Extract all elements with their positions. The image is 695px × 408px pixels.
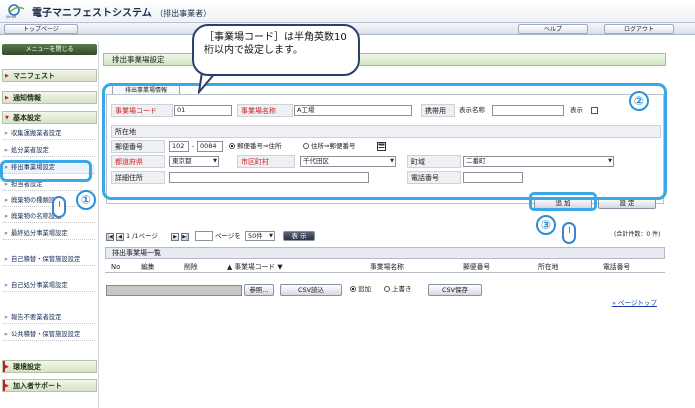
app-title-main: 電子マニフェストシステム xyxy=(32,8,152,19)
sidebar-section-env[interactable]: 環境設定 xyxy=(2,360,97,374)
next-page-icon[interactable]: ▶ xyxy=(171,233,179,241)
page-title: 排出事業場設定 xyxy=(103,53,666,66)
total-count: (合計件数：0 件) xyxy=(614,231,661,238)
tooltip-callout: ［事業場コード］は半角英数10桁以内で設定します。 xyxy=(192,24,360,76)
csv-save-button[interactable]: CSV保存 xyxy=(428,284,482,296)
sidebar-section-manifest[interactable]: マニフェスト xyxy=(2,69,97,83)
per-page-select[interactable]: 50件 xyxy=(245,231,275,241)
page-top-link[interactable]: » ページトップ xyxy=(612,297,657,307)
page-top-label: ページトップ xyxy=(618,299,657,307)
sidebar-item-disposer[interactable]: 処分業者設定 xyxy=(3,147,95,157)
sidebar-section-label: マニフェスト xyxy=(13,72,55,80)
csv-file-input[interactable] xyxy=(106,285,242,296)
column-edit: 編集 xyxy=(141,263,155,271)
sidebar-item-transporter[interactable]: 収集運搬業者設定 xyxy=(3,130,95,140)
radio-icon xyxy=(384,286,390,292)
step-2-badge: ② xyxy=(629,91,649,111)
radio-label: 上書き xyxy=(392,285,412,293)
top-page-button[interactable]: トップページ xyxy=(4,24,78,34)
column-no: No xyxy=(111,263,121,271)
column-phone: 電話番号 xyxy=(603,263,631,271)
column-zip: 郵便番号 xyxy=(463,263,491,271)
app-title-sub: （排出事業者） xyxy=(155,9,212,18)
page-count: 1 /1ページ xyxy=(126,232,158,240)
mouse-pointer-icon xyxy=(562,222,576,244)
sidebar-section-label: 基本設定 xyxy=(13,114,41,122)
radio-selected-icon xyxy=(350,286,356,292)
sidebar-section-notice[interactable]: 通知情報 xyxy=(2,91,97,105)
app-header: JWnet 電子マニフェストシステム （排出事業者） xyxy=(0,0,695,22)
column-code-sort[interactable]: ▲ 事業場コード ▼ xyxy=(227,262,283,273)
prev-page-icon[interactable]: ◀ xyxy=(116,233,124,241)
form-highlight-box xyxy=(102,83,667,200)
sidebar-item-waste-name[interactable]: 廃棄物の名称設定 xyxy=(3,213,95,223)
mouse-pointer-icon xyxy=(52,196,66,218)
per-page-prefix: ページを xyxy=(215,232,241,240)
close-menu-button[interactable]: メニューを閉じる xyxy=(2,44,97,55)
logout-button[interactable]: ログアウト xyxy=(604,24,674,34)
sidebar-section-label: 環境設定 xyxy=(13,363,41,371)
column-name: 事業場名称 xyxy=(370,263,404,271)
close-menu-label: メニューを閉じる xyxy=(25,46,74,53)
radio-csv-add[interactable]: 追加 xyxy=(350,284,371,295)
logo-text: JWnet xyxy=(6,15,17,19)
help-button[interactable]: ヘルプ xyxy=(518,24,588,34)
csv-read-button[interactable]: CSV読込 xyxy=(280,284,342,296)
radio-csv-overwrite[interactable]: 上書き xyxy=(384,284,412,295)
sidebar-section-label: 通知情報 xyxy=(13,94,41,102)
sidebar-section-support[interactable]: 加入者サポート xyxy=(2,379,97,393)
step-3-badge: ③ xyxy=(536,215,556,235)
list-column-header: No 編集 削除 ▲ 事業場コード ▼ 事業場名称 郵便番号 所在地 電話番号 xyxy=(105,262,665,273)
sidebar-section-basic[interactable]: 基本設定 xyxy=(2,111,97,125)
step-1-badge: ① xyxy=(76,190,96,210)
column-location: 所在地 xyxy=(538,263,559,271)
sidebar-highlight-box xyxy=(0,160,92,182)
first-page-icon[interactable]: |◀ xyxy=(106,233,114,241)
sidebar-item-self-storage[interactable]: 自己積替・保管施設設定 xyxy=(3,256,95,266)
last-page-icon[interactable]: ▶| xyxy=(181,233,189,241)
sidebar-item-final-disposal[interactable]: 最終処分事業場設定 xyxy=(3,230,95,240)
page-number-input[interactable] xyxy=(195,231,213,241)
add-button-highlight xyxy=(529,192,597,211)
app-title: 電子マニフェストシステム （排出事業者） xyxy=(32,4,211,19)
sidebar-item-staff[interactable]: 担当者設定 xyxy=(3,181,95,191)
sidebar-item-public-storage[interactable]: 公共積替・保管施設設定 xyxy=(3,331,95,341)
show-button[interactable]: 表 示 xyxy=(283,231,315,241)
list-title: 排出事業場一覧 xyxy=(105,247,665,259)
sidebar: メニューを閉じる マニフェスト 通知情報 基本設定 収集運搬業者設定 処分業者設… xyxy=(0,42,99,408)
radio-label: 追加 xyxy=(358,285,371,293)
sidebar-item-no-report[interactable]: 報告不要業者設定 xyxy=(3,314,95,324)
column-delete: 削除 xyxy=(184,263,198,271)
sidebar-section-label: 加入者サポート xyxy=(13,382,62,390)
browse-button[interactable]: 参照... xyxy=(244,284,274,296)
sidebar-item-self-disposal[interactable]: 自己処分事業場設定 xyxy=(3,282,95,292)
